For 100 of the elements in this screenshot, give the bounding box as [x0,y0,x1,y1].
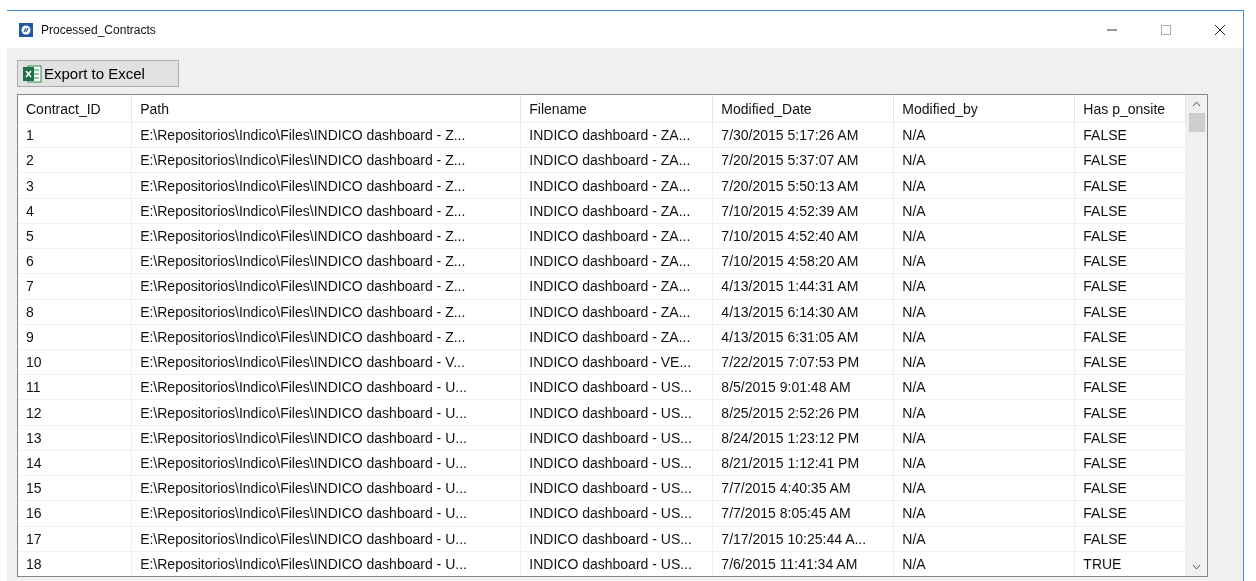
maximize-icon[interactable] [1160,23,1172,36]
table-cell: N/A [893,500,1075,526]
table-cell: N/A [893,122,1075,148]
table-cell: 12 [18,399,132,426]
table-cell: 18 [18,551,132,576]
table-cell: 16 [18,500,132,526]
vertical-scrollbar[interactable] [1186,95,1207,576]
column-header[interactable]: Modified_Date [712,95,894,123]
table-cell: 7/6/2015 11:41:34 AM [712,551,894,576]
table-cell: 15 [18,475,132,501]
table-cell: 7/20/2015 5:50:13 AM [712,172,894,199]
scroll-up-icon[interactable] [1192,101,1201,107]
table-cell: FALSE [1074,349,1186,375]
table-cell: 1 [18,122,132,148]
table-cell: N/A [893,273,1075,300]
table-cell: N/A [893,248,1075,274]
scroll-down-icon[interactable] [1192,564,1201,570]
table-cell: 7/10/2015 4:52:39 AM [712,198,894,224]
table-cell: INDICO dashboard - ZA... [520,324,713,350]
table-cell: 17 [18,526,132,552]
table-cell: 6 [18,248,132,274]
table-cell: 9 [18,324,132,350]
table-cell: 4/13/2015 1:44:31 AM [712,273,894,300]
table-cell: INDICO dashboard - US... [520,425,713,451]
table-cell: 7/20/2015 5:37:07 AM [712,147,894,173]
table-cell: E:\Repositorios\Indico\Files\INDICO dashboard - U... [131,475,521,501]
table-cell: 7 [18,273,132,300]
table-cell: E:\Repositorios\Indico\Files\INDICO dashboard - U... [131,374,521,400]
table-cell: E:\Repositorios\Indico\Files\INDICO dashboard - Z... [131,273,521,300]
table-cell: 10 [18,349,132,375]
app-icon [19,22,33,37]
table-cell: 7/22/2015 7:07:53 PM [712,349,894,375]
table-cell: 8/24/2015 1:23:12 PM [712,425,894,451]
table-cell: 3 [18,172,132,199]
table-cell: 14 [18,450,132,476]
column-header[interactable]: Contract_ID [18,95,132,123]
table-cell: N/A [893,349,1075,375]
table-cell: E:\Repositorios\Indico\Files\INDICO dashboard - Z... [131,248,521,274]
table-cell: E:\Repositorios\Indico\Files\INDICO dashboard - Z... [131,324,521,350]
table-cell: 7/30/2015 5:17:26 AM [712,122,894,148]
column-header[interactable]: Has p_onsite [1074,95,1186,123]
table-cell: E:\Repositorios\Indico\Files\INDICO dashboard - Z... [131,122,521,148]
table-cell: FALSE [1074,122,1186,148]
table-cell: 7/17/2015 10:25:44 A... [712,526,894,552]
table-cell: E:\Repositorios\Indico\Files\INDICO dashboard - U... [131,526,521,552]
table-cell: E:\Repositorios\Indico\Files\INDICO dashboard - U... [131,399,521,426]
table-cell: E:\Repositorios\Indico\Files\INDICO dashboard - Z... [131,198,521,224]
column-header[interactable]: Modified_by [893,95,1075,123]
export-to-excel-button[interactable]: Export to Excel [17,60,179,87]
table-cell: N/A [893,172,1075,199]
table-cell: N/A [893,475,1075,501]
close-icon[interactable] [1214,23,1226,36]
table-cell: FALSE [1074,450,1186,476]
table-cell: FALSE [1074,526,1186,552]
window-title: Processed_Contracts [41,22,157,37]
table-cell: 4 [18,198,132,224]
table-cell: 5 [18,223,132,249]
table-cell: N/A [893,425,1075,451]
table-cell: N/A [893,399,1075,426]
table-cell: E:\Repositorios\Indico\Files\INDICO dashboard - U... [131,500,521,526]
table-cell: INDICO dashboard - ZA... [520,299,713,325]
table-cell: 7/10/2015 4:58:20 AM [712,248,894,274]
table-cell: 7/7/2015 4:40:35 AM [712,475,894,501]
table-cell: INDICO dashboard - ZA... [520,122,713,148]
table-cell: N/A [893,299,1075,325]
table-cell: 8 [18,299,132,325]
table-cell: INDICO dashboard - US... [520,399,713,426]
table-cell: INDICO dashboard - ZA... [520,147,713,173]
table-cell: FALSE [1074,147,1186,173]
table-cell: E:\Repositorios\Indico\Files\INDICO dashboard - U... [131,425,521,451]
table-cell: INDICO dashboard - ZA... [520,273,713,300]
table-cell: N/A [893,551,1075,576]
table-cell: TRUE [1074,551,1186,576]
table-cell: FALSE [1074,500,1186,526]
table-cell: INDICO dashboard - VE... [520,349,713,375]
table-cell: 2 [18,147,132,173]
table-cell: FALSE [1074,273,1186,300]
table-cell: E:\Repositorios\Indico\Files\INDICO dashboard - Z... [131,299,521,325]
scroll-thumb[interactable] [1188,113,1205,132]
table-cell: E:\Repositorios\Indico\Files\INDICO dashboard - Z... [131,223,521,249]
table-cell: INDICO dashboard - US... [520,500,713,526]
table-cell: INDICO dashboard - ZA... [520,198,713,224]
table-cell: 7/10/2015 4:52:40 AM [712,223,894,249]
table-cell: INDICO dashboard - US... [520,450,713,476]
table-cell: INDICO dashboard - US... [520,551,713,576]
table-cell: FALSE [1074,324,1186,350]
column-header[interactable]: Path [131,95,521,123]
table-cell: FALSE [1074,374,1186,400]
table-cell: INDICO dashboard - US... [520,475,713,501]
table-cell: E:\Repositorios\Indico\Files\INDICO dashboard - Z... [131,172,521,199]
table-cell: INDICO dashboard - US... [520,526,713,552]
table-cell: 13 [18,425,132,451]
table-cell: FALSE [1074,198,1186,224]
table-cell: E:\Repositorios\Indico\Files\INDICO dashboard - U... [131,551,521,576]
column-header[interactable]: Filename [520,95,713,123]
table-cell: INDICO dashboard - ZA... [520,172,713,199]
table-cell: INDICO dashboard - ZA... [520,248,713,274]
table-cell: INDICO dashboard - ZA... [520,223,713,249]
table-cell: FALSE [1074,399,1186,426]
table-cell: FALSE [1074,248,1186,274]
